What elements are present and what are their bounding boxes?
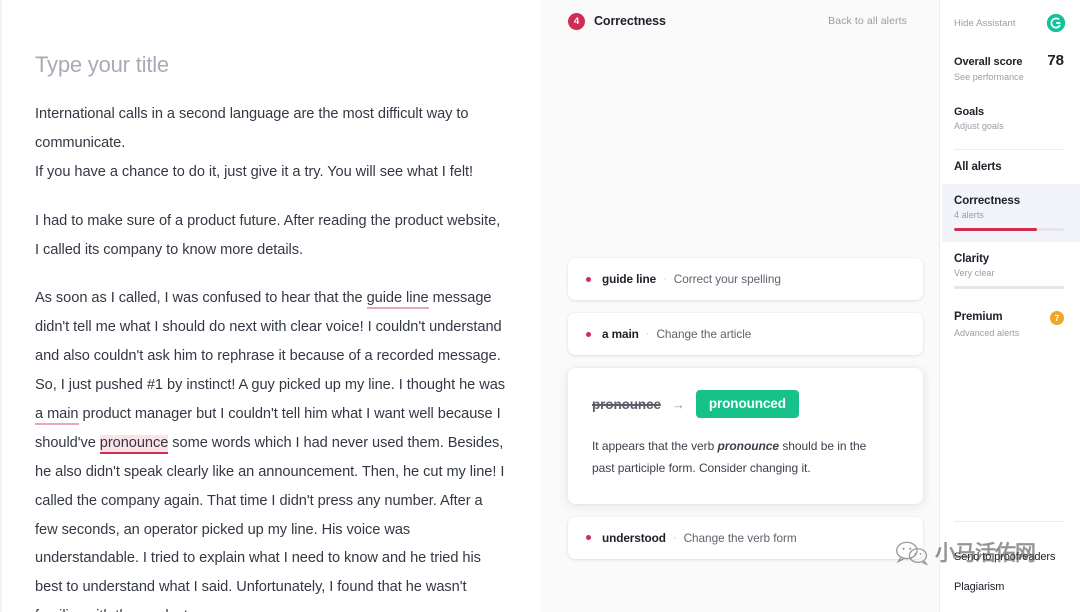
alert-separator: ·	[672, 531, 677, 544]
sidebar-bottom-divider	[954, 521, 1064, 522]
sidebar-item-correctness[interactable]: Correctness 4 alerts	[942, 184, 1080, 242]
arrow-right-icon: →	[671, 396, 685, 412]
clarity-progress-fill	[954, 286, 1064, 289]
suggestion-row: pronounce → pronounced	[592, 390, 899, 418]
premium-row: Premium 7	[954, 311, 1064, 325]
paragraph-3: As soon as I called, I was confused to h…	[35, 284, 508, 612]
alert-action: Change the article	[656, 327, 752, 341]
overall-score-label: Overall score	[954, 56, 1023, 68]
sidebar-item-clarity[interactable]: Clarity Very clear	[942, 242, 1080, 300]
assistant-header-row: Hide Assistant	[954, 0, 1080, 38]
alert-dot-icon	[586, 331, 591, 337]
sidebar-item-send-to-proofreaders[interactable]: Send to proofreaders	[954, 542, 1080, 572]
alert-term: guide line	[602, 272, 657, 286]
goals-label: Goals	[954, 106, 985, 118]
overall-score-row: Overall score 78	[954, 52, 1064, 69]
text-segment: some words which I had never used them. …	[35, 434, 505, 612]
alert-separator: ·	[663, 273, 667, 285]
overall-score-value: 78	[1047, 52, 1064, 69]
sidebar-item-plagiarism[interactable]: Plagiarism	[954, 572, 1080, 602]
goals-block[interactable]: Goals Adjust goals	[954, 106, 1080, 131]
correctness-progress-fill	[954, 228, 1037, 231]
alert-dot-icon	[586, 535, 591, 541]
paragraph-1-line-2: If you have a chance to do it, just give…	[35, 163, 474, 180]
alerts-header: 4 Correctness Back to all alerts	[540, 0, 939, 34]
grammarly-g-icon[interactable]	[1046, 13, 1066, 33]
sidebar-bottom-section: Send to proofreaders Plagiarism	[954, 521, 1080, 612]
explanation-before: It appears that the verb	[592, 439, 718, 453]
back-to-all-alerts-link[interactable]: Back to all alerts	[828, 15, 907, 27]
text-segment: As soon as I called, I was confused to h…	[35, 290, 367, 307]
alert-explanation: It appears that the verb pronounce shoul…	[592, 436, 887, 480]
correctness-label: Correctness	[954, 195, 1021, 207]
clarity-label: Clarity	[954, 253, 990, 265]
alert-term: a main	[602, 327, 639, 341]
premium-badge: 7	[1050, 311, 1064, 325]
document-title-input[interactable]: Type your title	[35, 52, 508, 78]
assistant-sidebar: Hide Assistant Overall score 78 See perf…	[940, 0, 1080, 612]
see-performance-link[interactable]: See performance	[954, 72, 1064, 82]
clarity-progress-bar	[954, 286, 1064, 289]
alerts-panel-title: Correctness	[594, 14, 666, 28]
alert-card-guide-line[interactable]: guide line · Correct your spelling	[568, 258, 923, 300]
document-body[interactable]: International calls in a second language…	[35, 100, 508, 612]
inline-alert-a-main[interactable]: a main	[35, 406, 79, 426]
explanation-highlight-word: pronounce	[717, 439, 780, 453]
alert-card-expanded-pronounce[interactable]: pronounce → pronounced It appears that t…	[568, 368, 923, 504]
overall-score-block[interactable]: Overall score 78 See performance	[954, 38, 1080, 82]
apply-suggestion-button[interactable]: pronounced	[695, 390, 799, 418]
paragraph-1: International calls in a second language…	[35, 100, 508, 187]
document-editor-pane[interactable]: Type your title International calls in a…	[0, 0, 540, 612]
alert-separator: ·	[645, 328, 650, 340]
alert-count-badge: 4	[568, 12, 585, 30]
alert-action: Correct your spelling	[673, 272, 781, 286]
inline-alert-guide-line[interactable]: guide line	[366, 290, 429, 310]
clarity-sub: Very clear	[954, 268, 995, 278]
alert-card-a-main[interactable]: a main · Change the article	[568, 313, 923, 355]
correctness-sub: 4 alerts	[954, 210, 984, 220]
alert-dot-icon	[586, 276, 591, 282]
grammarly-editor-app: Type your title International calls in a…	[0, 0, 1080, 612]
all-alerts-label: All alerts	[954, 161, 1002, 173]
alert-action: Change the verb form	[683, 530, 797, 545]
alert-card-understood[interactable]: understood · Change the verb form	[568, 516, 923, 559]
alerts-panel: 4 Correctness Back to all alerts guide l…	[540, 0, 940, 612]
sidebar-item-premium[interactable]: Premium 7 Advanced alerts	[942, 300, 1080, 349]
adjust-goals-link[interactable]: Adjust goals	[954, 121, 1064, 131]
hide-assistant-button[interactable]: Hide Assistant	[954, 18, 1016, 29]
inline-alert-pronounce[interactable]: pronounce	[99, 434, 168, 454]
sidebar-item-all-alerts[interactable]: All alerts	[942, 150, 1080, 184]
paragraph-1-line-1: International calls in a second language…	[35, 106, 469, 151]
original-word: pronounce	[592, 396, 661, 412]
premium-label: Premium	[954, 311, 1003, 323]
alert-term: understood	[602, 530, 666, 545]
alert-card-list: guide line · Correct your spelling a mai…	[568, 258, 923, 572]
paragraph-2: I had to make sure of a product future. …	[35, 212, 501, 258]
correctness-progress-bar	[954, 228, 1064, 231]
premium-sub: Advanced alerts	[954, 328, 1020, 338]
